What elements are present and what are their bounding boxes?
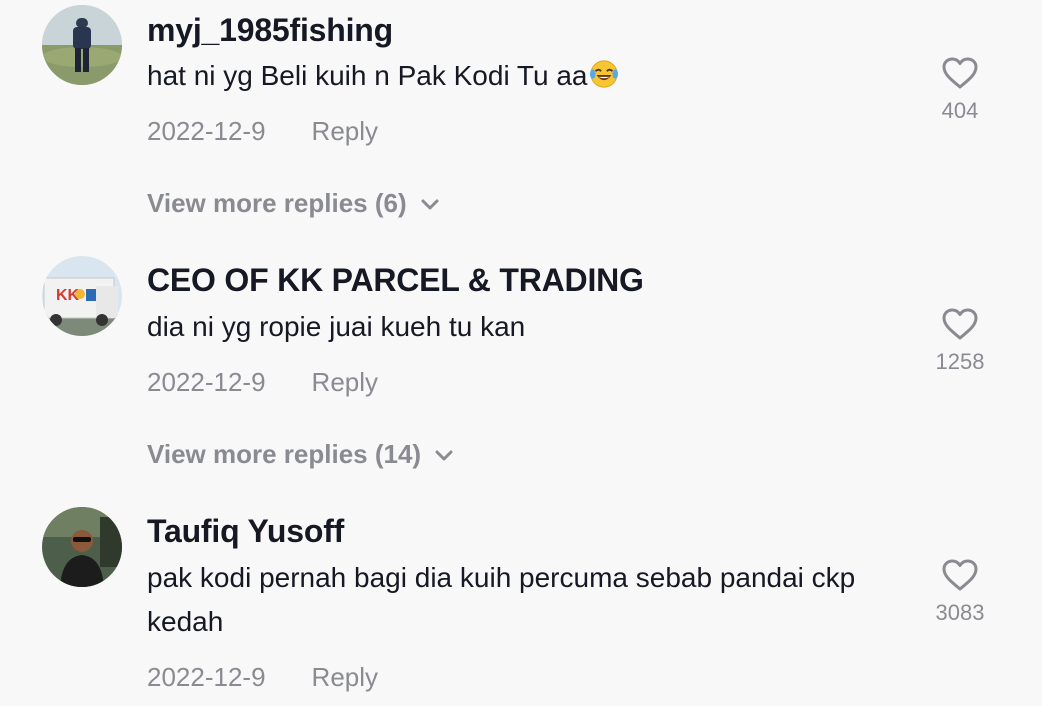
comment-text-content: pak kodi pernah bagi dia kuih percuma se… xyxy=(147,562,856,637)
comment-text: pak kodi pernah bagi dia kuih percuma se… xyxy=(147,556,907,644)
comment-item: Taufiq Yusoff pak kodi pernah bagi dia k… xyxy=(0,0,1042,706)
comment-date: 2022-12-9 xyxy=(147,662,266,692)
reply-button[interactable]: Reply xyxy=(312,662,378,692)
comment-list: myj_1985fishing hat ni yg Beli kuih n Pa… xyxy=(0,0,1042,706)
like-button[interactable]: 3083 xyxy=(910,558,1010,626)
like-count: 3083 xyxy=(935,600,985,625)
heart-outline-icon[interactable] xyxy=(941,558,979,592)
comment-meta: 2022-12-9 Reply xyxy=(147,662,378,693)
avatar-image xyxy=(42,507,122,587)
comment-username[interactable]: Taufiq Yusoff xyxy=(147,513,344,550)
avatar[interactable] xyxy=(42,507,122,587)
